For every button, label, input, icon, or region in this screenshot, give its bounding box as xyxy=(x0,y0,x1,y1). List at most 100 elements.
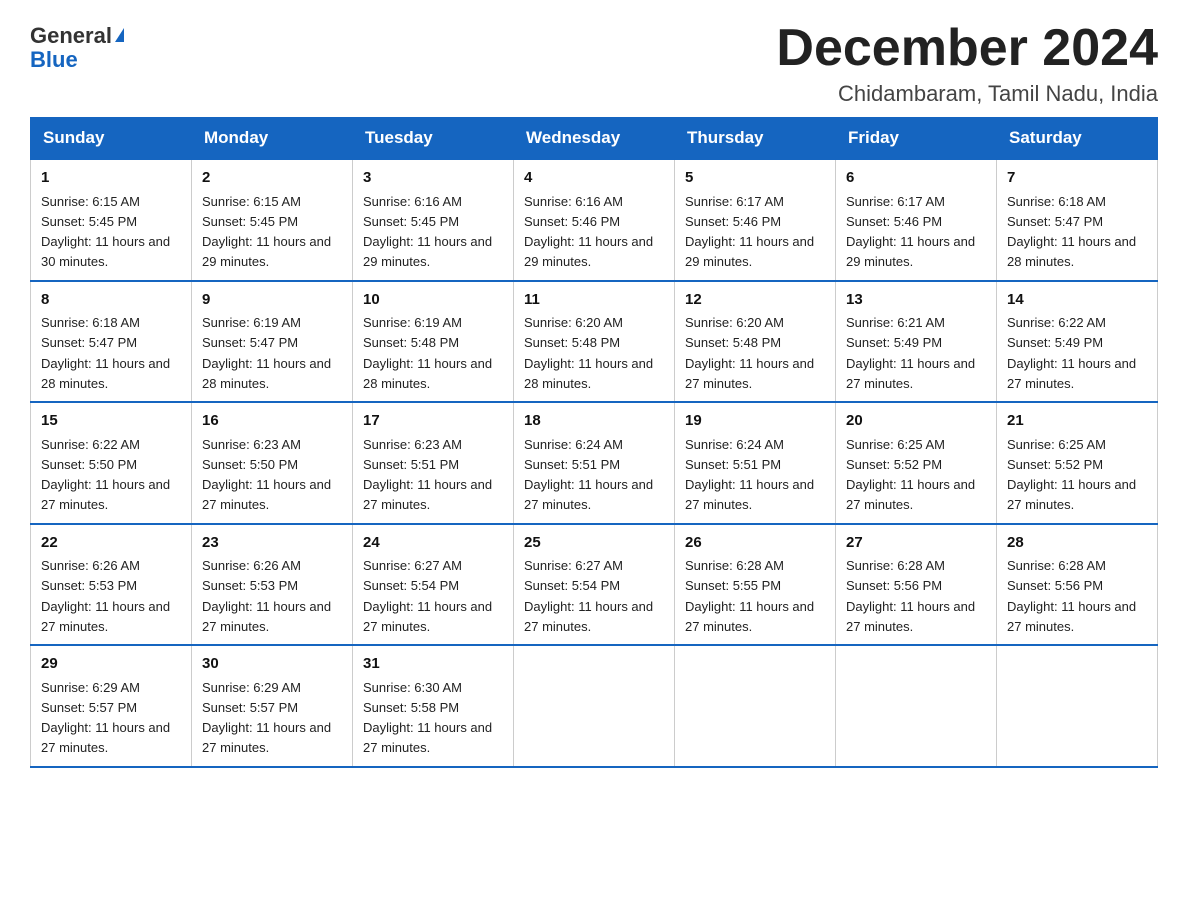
day-number: 1 xyxy=(41,167,181,190)
day-number: 6 xyxy=(846,167,986,190)
day-number: 30 xyxy=(202,653,342,676)
day-number: 22 xyxy=(41,532,181,555)
day-info: Sunrise: 6:18 AMSunset: 5:47 PMDaylight:… xyxy=(1007,194,1136,270)
day-number: 19 xyxy=(685,410,825,433)
day-number: 3 xyxy=(363,167,503,190)
weekday-header-tuesday: Tuesday xyxy=(353,118,514,160)
day-number: 24 xyxy=(363,532,503,555)
day-cell-18: 18 Sunrise: 6:24 AMSunset: 5:51 PMDaylig… xyxy=(514,402,675,524)
day-info: Sunrise: 6:20 AMSunset: 5:48 PMDaylight:… xyxy=(685,315,814,391)
day-cell-21: 21 Sunrise: 6:25 AMSunset: 5:52 PMDaylig… xyxy=(997,402,1158,524)
day-info: Sunrise: 6:29 AMSunset: 5:57 PMDaylight:… xyxy=(41,680,170,756)
day-number: 23 xyxy=(202,532,342,555)
day-cell-7: 7 Sunrise: 6:18 AMSunset: 5:47 PMDayligh… xyxy=(997,159,1158,281)
week-row-5: 29 Sunrise: 6:29 AMSunset: 5:57 PMDaylig… xyxy=(31,645,1158,767)
day-cell-31: 31 Sunrise: 6:30 AMSunset: 5:58 PMDaylig… xyxy=(353,645,514,767)
day-cell-8: 8 Sunrise: 6:18 AMSunset: 5:47 PMDayligh… xyxy=(31,281,192,403)
day-cell-30: 30 Sunrise: 6:29 AMSunset: 5:57 PMDaylig… xyxy=(192,645,353,767)
week-row-1: 1 Sunrise: 6:15 AMSunset: 5:45 PMDayligh… xyxy=(31,159,1158,281)
day-number: 15 xyxy=(41,410,181,433)
logo-blue-text: Blue xyxy=(30,49,78,71)
day-number: 29 xyxy=(41,653,181,676)
day-cell-24: 24 Sunrise: 6:27 AMSunset: 5:54 PMDaylig… xyxy=(353,524,514,646)
logo-triangle-icon xyxy=(115,28,124,42)
day-cell-17: 17 Sunrise: 6:23 AMSunset: 5:51 PMDaylig… xyxy=(353,402,514,524)
month-title: December 2024 xyxy=(776,20,1158,77)
day-info: Sunrise: 6:15 AMSunset: 5:45 PMDaylight:… xyxy=(202,194,331,270)
day-number: 31 xyxy=(363,653,503,676)
day-number: 20 xyxy=(846,410,986,433)
day-info: Sunrise: 6:25 AMSunset: 5:52 PMDaylight:… xyxy=(1007,437,1136,513)
day-cell-10: 10 Sunrise: 6:19 AMSunset: 5:48 PMDaylig… xyxy=(353,281,514,403)
day-number: 14 xyxy=(1007,289,1147,312)
day-info: Sunrise: 6:27 AMSunset: 5:54 PMDaylight:… xyxy=(363,558,492,634)
day-info: Sunrise: 6:21 AMSunset: 5:49 PMDaylight:… xyxy=(846,315,975,391)
day-cell-15: 15 Sunrise: 6:22 AMSunset: 5:50 PMDaylig… xyxy=(31,402,192,524)
day-cell-9: 9 Sunrise: 6:19 AMSunset: 5:47 PMDayligh… xyxy=(192,281,353,403)
week-row-3: 15 Sunrise: 6:22 AMSunset: 5:50 PMDaylig… xyxy=(31,402,1158,524)
day-cell-23: 23 Sunrise: 6:26 AMSunset: 5:53 PMDaylig… xyxy=(192,524,353,646)
logo: General Blue xyxy=(30,20,124,71)
day-cell-6: 6 Sunrise: 6:17 AMSunset: 5:46 PMDayligh… xyxy=(836,159,997,281)
day-cell-12: 12 Sunrise: 6:20 AMSunset: 5:48 PMDaylig… xyxy=(675,281,836,403)
weekday-header-wednesday: Wednesday xyxy=(514,118,675,160)
day-cell-16: 16 Sunrise: 6:23 AMSunset: 5:50 PMDaylig… xyxy=(192,402,353,524)
page-header: General Blue December 2024 Chidambaram, … xyxy=(30,20,1158,107)
day-info: Sunrise: 6:22 AMSunset: 5:50 PMDaylight:… xyxy=(41,437,170,513)
week-row-4: 22 Sunrise: 6:26 AMSunset: 5:53 PMDaylig… xyxy=(31,524,1158,646)
day-cell-14: 14 Sunrise: 6:22 AMSunset: 5:49 PMDaylig… xyxy=(997,281,1158,403)
day-info: Sunrise: 6:17 AMSunset: 5:46 PMDaylight:… xyxy=(685,194,814,270)
logo-general-text: General xyxy=(30,25,112,47)
day-info: Sunrise: 6:26 AMSunset: 5:53 PMDaylight:… xyxy=(41,558,170,634)
day-number: 26 xyxy=(685,532,825,555)
weekday-header-sunday: Sunday xyxy=(31,118,192,160)
day-info: Sunrise: 6:23 AMSunset: 5:51 PMDaylight:… xyxy=(363,437,492,513)
day-info: Sunrise: 6:18 AMSunset: 5:47 PMDaylight:… xyxy=(41,315,170,391)
week-row-2: 8 Sunrise: 6:18 AMSunset: 5:47 PMDayligh… xyxy=(31,281,1158,403)
day-cell-29: 29 Sunrise: 6:29 AMSunset: 5:57 PMDaylig… xyxy=(31,645,192,767)
day-cell-28: 28 Sunrise: 6:28 AMSunset: 5:56 PMDaylig… xyxy=(997,524,1158,646)
day-number: 9 xyxy=(202,289,342,312)
day-cell-27: 27 Sunrise: 6:28 AMSunset: 5:56 PMDaylig… xyxy=(836,524,997,646)
day-number: 2 xyxy=(202,167,342,190)
day-info: Sunrise: 6:16 AMSunset: 5:45 PMDaylight:… xyxy=(363,194,492,270)
day-info: Sunrise: 6:23 AMSunset: 5:50 PMDaylight:… xyxy=(202,437,331,513)
day-info: Sunrise: 6:22 AMSunset: 5:49 PMDaylight:… xyxy=(1007,315,1136,391)
weekday-header-friday: Friday xyxy=(836,118,997,160)
day-cell-3: 3 Sunrise: 6:16 AMSunset: 5:45 PMDayligh… xyxy=(353,159,514,281)
day-cell-13: 13 Sunrise: 6:21 AMSunset: 5:49 PMDaylig… xyxy=(836,281,997,403)
day-info: Sunrise: 6:28 AMSunset: 5:56 PMDaylight:… xyxy=(846,558,975,634)
day-cell-11: 11 Sunrise: 6:20 AMSunset: 5:48 PMDaylig… xyxy=(514,281,675,403)
day-cell-4: 4 Sunrise: 6:16 AMSunset: 5:46 PMDayligh… xyxy=(514,159,675,281)
day-number: 13 xyxy=(846,289,986,312)
empty-cell xyxy=(997,645,1158,767)
day-number: 4 xyxy=(524,167,664,190)
day-info: Sunrise: 6:30 AMSunset: 5:58 PMDaylight:… xyxy=(363,680,492,756)
day-info: Sunrise: 6:29 AMSunset: 5:57 PMDaylight:… xyxy=(202,680,331,756)
day-number: 10 xyxy=(363,289,503,312)
day-info: Sunrise: 6:25 AMSunset: 5:52 PMDaylight:… xyxy=(846,437,975,513)
day-info: Sunrise: 6:24 AMSunset: 5:51 PMDaylight:… xyxy=(524,437,653,513)
day-info: Sunrise: 6:19 AMSunset: 5:47 PMDaylight:… xyxy=(202,315,331,391)
weekday-header-row: SundayMondayTuesdayWednesdayThursdayFrid… xyxy=(31,118,1158,160)
day-cell-20: 20 Sunrise: 6:25 AMSunset: 5:52 PMDaylig… xyxy=(836,402,997,524)
day-number: 27 xyxy=(846,532,986,555)
empty-cell xyxy=(836,645,997,767)
day-info: Sunrise: 6:28 AMSunset: 5:56 PMDaylight:… xyxy=(1007,558,1136,634)
weekday-header-monday: Monday xyxy=(192,118,353,160)
day-number: 16 xyxy=(202,410,342,433)
day-info: Sunrise: 6:26 AMSunset: 5:53 PMDaylight:… xyxy=(202,558,331,634)
title-section: December 2024 Chidambaram, Tamil Nadu, I… xyxy=(776,20,1158,107)
day-cell-22: 22 Sunrise: 6:26 AMSunset: 5:53 PMDaylig… xyxy=(31,524,192,646)
empty-cell xyxy=(675,645,836,767)
weekday-header-saturday: Saturday xyxy=(997,118,1158,160)
day-number: 7 xyxy=(1007,167,1147,190)
day-number: 11 xyxy=(524,289,664,312)
day-number: 18 xyxy=(524,410,664,433)
day-info: Sunrise: 6:27 AMSunset: 5:54 PMDaylight:… xyxy=(524,558,653,634)
day-info: Sunrise: 6:16 AMSunset: 5:46 PMDaylight:… xyxy=(524,194,653,270)
day-number: 17 xyxy=(363,410,503,433)
day-number: 5 xyxy=(685,167,825,190)
day-info: Sunrise: 6:24 AMSunset: 5:51 PMDaylight:… xyxy=(685,437,814,513)
day-info: Sunrise: 6:19 AMSunset: 5:48 PMDaylight:… xyxy=(363,315,492,391)
